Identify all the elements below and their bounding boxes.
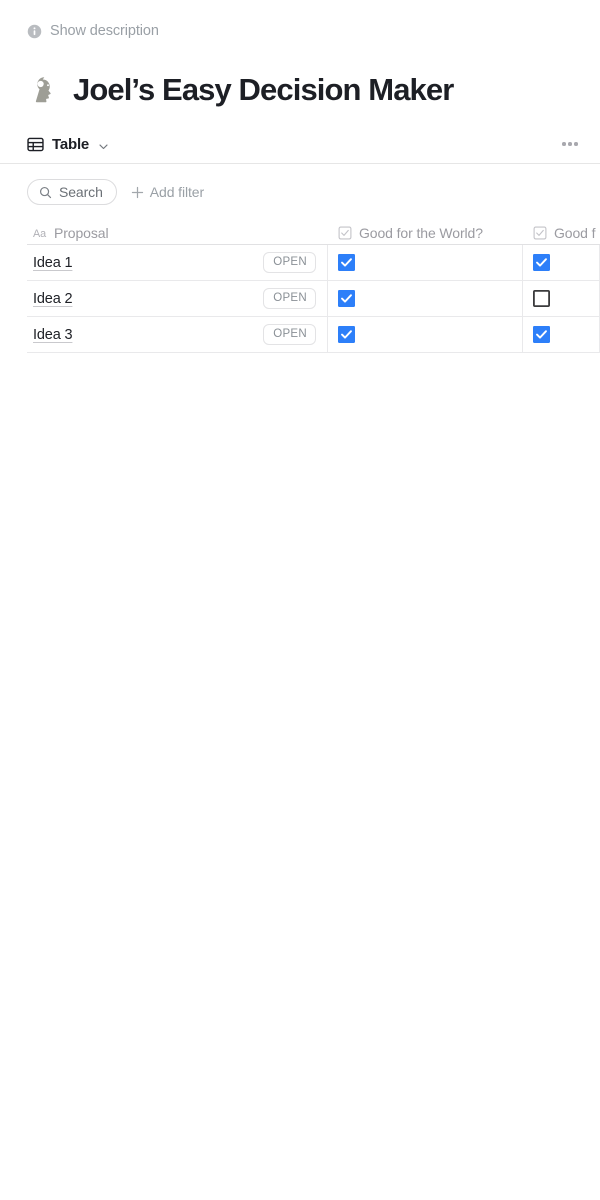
checkbox-field-icon [338,226,352,240]
records-grid: Aa Proposal Good for the World? Good f I… [0,221,600,353]
cell-good-for-truncated[interactable] [523,281,600,316]
cell-good-for-the-world[interactable] [328,245,523,280]
add-filter-button[interactable]: Add filter [131,184,204,200]
show-description-label: Show description [50,22,159,39]
column-header-label: Good f [554,224,596,241]
checkbox-unchecked[interactable] [532,289,550,307]
ellipsis-dot [574,142,578,146]
table-grid-icon [27,136,44,153]
column-header-label: Good for the World? [359,224,483,241]
search-label: Search [59,184,103,200]
show-description-toggle[interactable]: Show description [0,0,600,40]
chevron-down-icon[interactable] [98,139,109,150]
column-header-good-for-truncated[interactable]: Good f [523,221,600,244]
checkbox-field-icon [533,226,547,240]
page-title: Joel’s Easy Decision Maker [73,72,454,107]
record-title-link[interactable]: Idea 2 [33,291,73,307]
view-bar: Table [0,125,600,164]
column-header-label: Proposal [54,224,109,241]
open-record-button[interactable]: OPEN [263,323,316,346]
column-header-proposal[interactable]: Aa Proposal [27,221,328,244]
open-record-button[interactable]: OPEN [263,287,316,310]
search-button[interactable]: Search [27,179,117,205]
info-circle-icon [27,24,42,39]
cell-proposal[interactable]: Idea 2 OPEN [27,281,328,316]
plus-icon [131,186,144,199]
table-row[interactable]: Idea 3 OPEN [27,317,600,353]
add-filter-label: Add filter [149,184,205,200]
text-field-icon: Aa [33,226,47,240]
cell-good-for-the-world[interactable] [328,281,523,316]
ellipsis-dot [562,142,566,146]
head-silhouette-icon[interactable] [27,73,61,107]
svg-text:Aa: Aa [33,227,46,239]
open-record-button[interactable]: OPEN [263,251,316,274]
cell-good-for-truncated[interactable] [523,317,600,352]
cell-proposal[interactable]: Idea 3 OPEN [27,317,328,352]
view-switcher-table[interactable]: Table [27,136,109,153]
page-title-row: Joel’s Easy Decision Maker [0,40,600,113]
checkbox-checked[interactable] [338,326,355,343]
cell-good-for-truncated[interactable] [523,245,600,280]
table-row[interactable]: Idea 1 OPEN [27,245,600,281]
record-title-link[interactable]: Idea 1 [33,255,73,271]
search-icon [39,186,52,199]
view-name-label: Table [52,135,90,153]
grid-toolbar: Search Add filter [0,164,600,207]
ellipsis-icon[interactable] [558,132,582,156]
cell-proposal[interactable]: Idea 1 OPEN [27,245,328,280]
grid-header-row: Aa Proposal Good for the World? Good f [27,221,600,245]
cell-good-for-the-world[interactable] [328,317,523,352]
table-row[interactable]: Idea 2 OPEN [27,281,600,317]
record-title-link[interactable]: Idea 3 [33,327,73,343]
checkbox-checked[interactable] [338,254,355,271]
checkbox-checked[interactable] [338,290,355,307]
column-header-good-for-the-world[interactable]: Good for the World? [328,221,523,244]
checkbox-checked[interactable] [533,254,550,271]
checkbox-checked[interactable] [533,326,550,343]
ellipsis-dot [568,142,572,146]
